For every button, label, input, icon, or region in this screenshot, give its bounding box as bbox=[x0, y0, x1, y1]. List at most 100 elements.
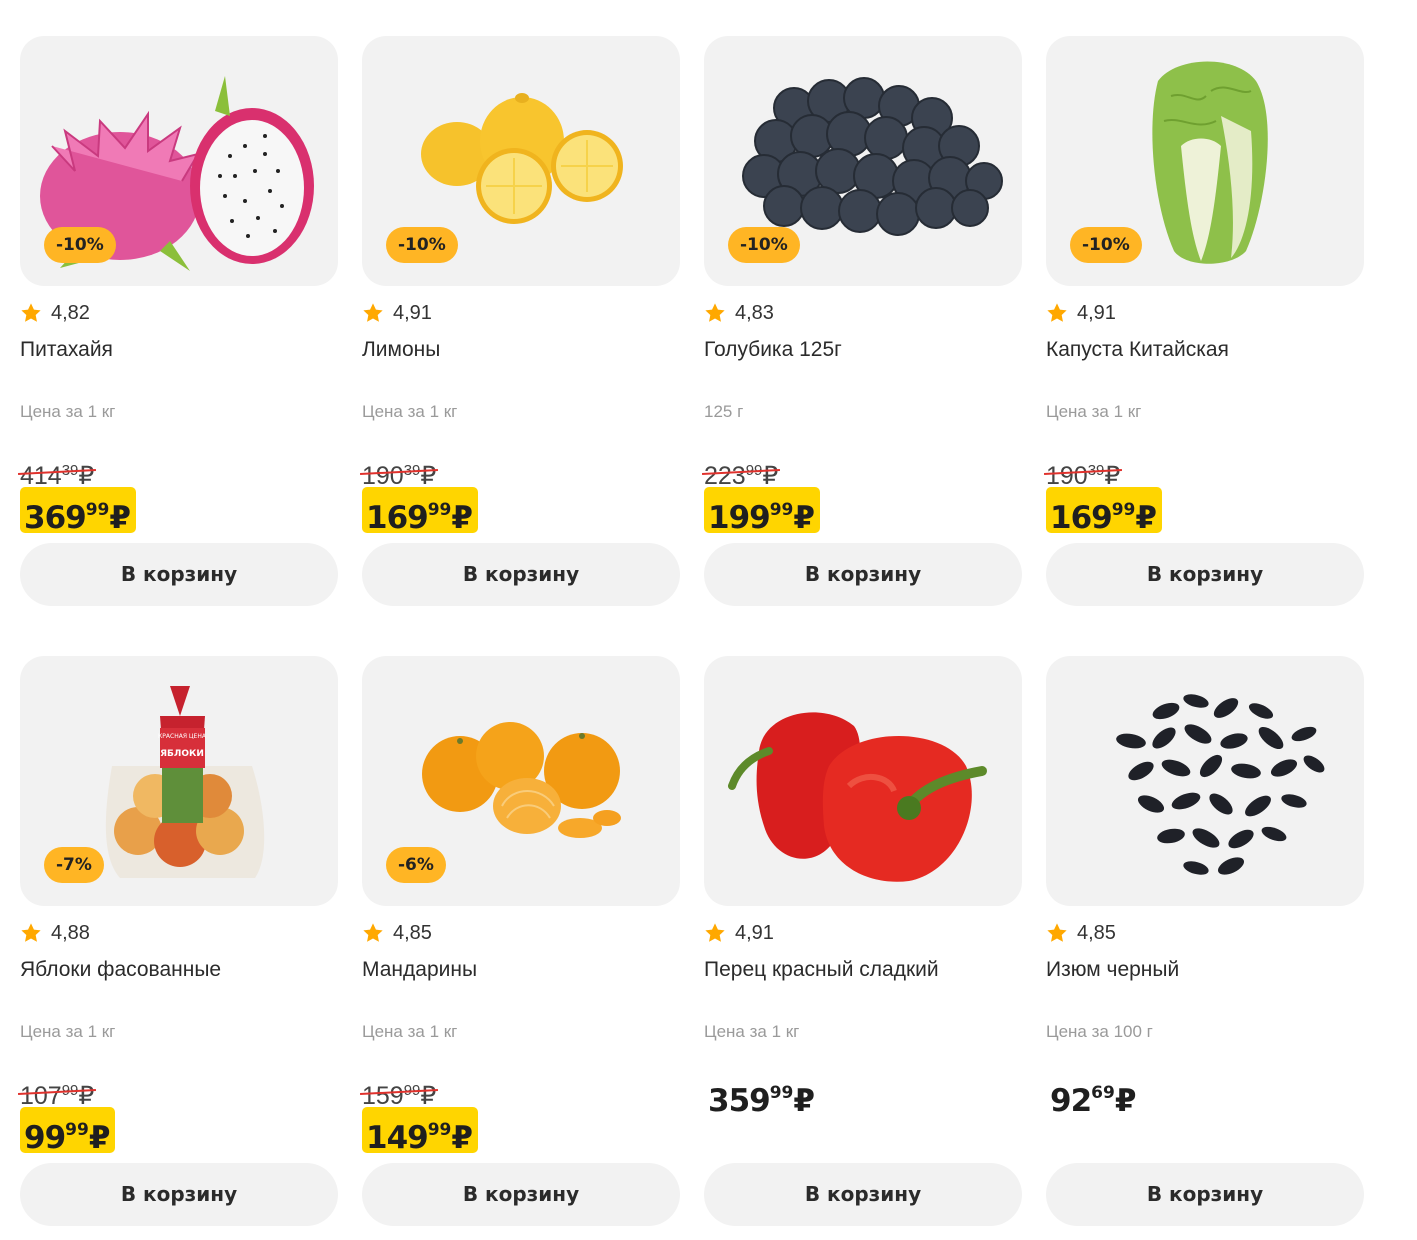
price-cents: 99 bbox=[85, 500, 110, 520]
current-price: 9999₽ bbox=[20, 1107, 116, 1156]
price-cents: 99 bbox=[769, 1083, 794, 1103]
product-card[interactable]: -10% 4,91 Капуста Китайская Цена за 1 кг… bbox=[1044, 36, 1364, 606]
current-price: 35999₽ bbox=[704, 1070, 820, 1119]
rating: 4,88 bbox=[20, 920, 90, 946]
currency-sign: ₽ bbox=[1135, 500, 1157, 536]
product-name[interactable]: Перец красный сладкий bbox=[704, 958, 1022, 982]
current-price: 36999₽ bbox=[20, 487, 136, 536]
rating-value: 4,85 bbox=[393, 921, 432, 944]
product-image[interactable]: -6% bbox=[362, 656, 680, 906]
current-price: 16999₽ bbox=[362, 487, 478, 536]
add-to-cart-button[interactable]: В корзину bbox=[20, 543, 338, 606]
currency-sign: ₽ bbox=[420, 1082, 437, 1110]
old-price-int: 223 bbox=[704, 462, 746, 490]
current-price: 9269₽ bbox=[1046, 1070, 1141, 1119]
product-image[interactable] bbox=[1046, 656, 1364, 906]
product-card[interactable]: 4,91 Перец красный сладкий Цена за 1 кг … bbox=[704, 656, 1022, 1226]
add-to-cart-button[interactable]: В корзину bbox=[704, 1163, 1022, 1226]
product-image[interactable]: -10% bbox=[704, 36, 1022, 286]
add-to-cart-button[interactable]: В корзину bbox=[704, 543, 1022, 606]
add-to-cart-button[interactable]: В корзину bbox=[1046, 543, 1364, 606]
currency-sign: ₽ bbox=[78, 1082, 95, 1110]
currency-sign: ₽ bbox=[451, 1120, 473, 1156]
product-name[interactable]: Изюм черный bbox=[1046, 958, 1364, 982]
old-price-int: 107 bbox=[20, 1082, 62, 1110]
currency-sign: ₽ bbox=[762, 462, 779, 490]
product-name[interactable]: Питахайя bbox=[20, 338, 338, 362]
old-price-int: 159 bbox=[362, 1082, 404, 1110]
product-name[interactable]: Капуста Китайская bbox=[1046, 338, 1364, 362]
old-price: 15999₽ bbox=[360, 1076, 439, 1110]
product-name[interactable]: Мандарины bbox=[362, 958, 680, 982]
currency-sign: ₽ bbox=[1114, 1083, 1137, 1119]
price-int: 199 bbox=[708, 500, 771, 536]
product-image[interactable]: -10% bbox=[362, 36, 680, 286]
price-cents: 69 bbox=[1091, 1083, 1115, 1103]
product-name[interactable]: Яблоки фасованные bbox=[20, 958, 338, 982]
discount-badge: -10% bbox=[44, 227, 116, 263]
discount-badge: -6% bbox=[386, 847, 446, 883]
product-name[interactable]: Лимоны bbox=[362, 338, 680, 362]
product-card[interactable]: 4,85 Изюм черный Цена за 100 г 9269₽ В к… bbox=[1046, 656, 1364, 1226]
star-icon bbox=[1047, 923, 1067, 942]
price-cents: 99 bbox=[427, 1120, 452, 1140]
price-unit: Цена за 1 кг bbox=[362, 402, 458, 421]
old-price-int: 414 bbox=[20, 462, 62, 490]
star-icon bbox=[1047, 303, 1067, 322]
rating-value: 4,82 bbox=[51, 301, 90, 324]
price-cents: 99 bbox=[427, 500, 452, 520]
product-card[interactable]: -10% 4,82 Питахайя Цена за 1 кг 41439₽ 3… bbox=[18, 36, 338, 606]
current-price: 14999₽ bbox=[362, 1107, 478, 1156]
rating-value: 4,83 bbox=[735, 301, 774, 324]
price-int: 149 bbox=[366, 1120, 429, 1156]
product-grid: -10% 4,82 Питахайя Цена за 1 кг 41439₽ 3… bbox=[18, 36, 1364, 1236]
rating: 4,82 bbox=[20, 300, 90, 326]
product-image[interactable] bbox=[704, 656, 1022, 906]
rating-value: 4,91 bbox=[735, 921, 774, 944]
rating-value: 4,85 bbox=[1077, 921, 1116, 944]
price-cents: 99 bbox=[65, 1120, 89, 1140]
red-pepper-image bbox=[728, 712, 987, 882]
old-price-int: 190 bbox=[362, 462, 404, 490]
rating-value: 4,88 bbox=[51, 921, 90, 944]
price-int: 169 bbox=[1050, 500, 1113, 536]
price-unit: Цена за 1 кг bbox=[1046, 402, 1142, 421]
price-unit: Цена за 1 кг bbox=[20, 402, 116, 421]
add-to-cart-button[interactable]: В корзину bbox=[362, 543, 680, 606]
product-image[interactable]: -10% bbox=[20, 36, 338, 286]
old-price: 10799₽ bbox=[18, 1076, 97, 1110]
product-card[interactable]: -6% 4,85 Мандарины Цена за 1 кг 15999₽ 1… bbox=[360, 656, 680, 1226]
old-price: 41439₽ bbox=[18, 456, 97, 490]
product-card[interactable]: -10% 4,83 Голубика 125г 125 г 22399₽ 199… bbox=[702, 36, 1022, 606]
package-brand-text: КРАСНАЯ ЦЕНА bbox=[158, 733, 207, 740]
add-to-cart-button[interactable]: В корзину bbox=[20, 1163, 338, 1226]
product-image[interactable]: -10% bbox=[1046, 36, 1364, 286]
price-int: 359 bbox=[708, 1083, 771, 1119]
rating: 4,91 bbox=[704, 920, 774, 946]
currency-sign: ₽ bbox=[1104, 462, 1121, 490]
rating: 4,85 bbox=[362, 920, 432, 946]
add-to-cart-button[interactable]: В корзину bbox=[1046, 1163, 1364, 1226]
price-unit: Цена за 100 г bbox=[1046, 1022, 1153, 1041]
currency-sign: ₽ bbox=[109, 500, 131, 536]
old-price: 19039₽ bbox=[1044, 456, 1123, 490]
star-icon bbox=[21, 923, 41, 942]
raisins-image bbox=[1116, 694, 1325, 875]
product-name[interactable]: Голубика 125г bbox=[704, 338, 1022, 362]
rating-value: 4,91 bbox=[1077, 301, 1116, 324]
rating: 4,83 bbox=[704, 300, 774, 326]
rating: 4,91 bbox=[362, 300, 432, 326]
add-to-cart-button[interactable]: В корзину bbox=[362, 1163, 680, 1226]
product-card[interactable]: -10% 4,91 Лимоны Цена за 1 кг 19039₽ 169… bbox=[360, 36, 680, 606]
price-unit: Цена за 1 кг bbox=[362, 1022, 458, 1041]
star-icon bbox=[363, 923, 383, 942]
rating: 4,85 bbox=[1046, 920, 1116, 946]
price-int: 92 bbox=[1050, 1083, 1092, 1119]
product-image[interactable]: КРАСНАЯ ЦЕНА ЯБЛОКИ -7% bbox=[20, 656, 338, 906]
price-cents: 99 bbox=[1111, 500, 1136, 520]
currency-sign: ₽ bbox=[420, 462, 437, 490]
price-cents: 99 bbox=[769, 500, 794, 520]
rating: 4,91 bbox=[1046, 300, 1116, 326]
product-card[interactable]: КРАСНАЯ ЦЕНА ЯБЛОКИ -7% 4,88 Яблоки фасо… bbox=[18, 656, 338, 1226]
star-icon bbox=[363, 303, 383, 322]
